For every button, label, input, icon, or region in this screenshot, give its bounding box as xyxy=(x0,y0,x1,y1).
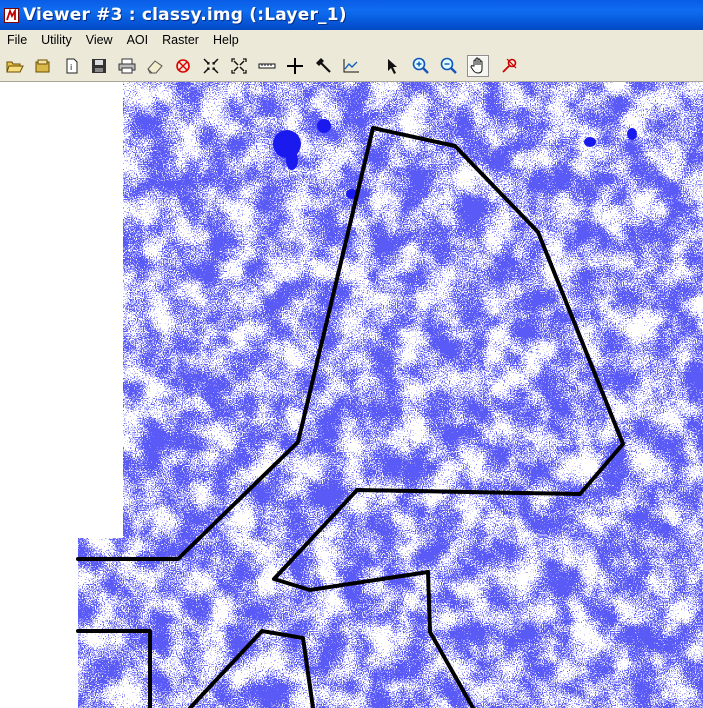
crosshair-plus-icon[interactable] xyxy=(284,55,306,77)
open-layer-icon[interactable] xyxy=(32,55,54,77)
select-arrow-icon[interactable] xyxy=(382,55,404,77)
menu-view[interactable]: View xyxy=(79,30,120,50)
red-cross-circle-icon[interactable] xyxy=(172,55,194,77)
measure-ruler-icon[interactable] xyxy=(256,55,278,77)
hand-pan-icon[interactable] xyxy=(467,55,489,77)
zoom-out-arrows-icon[interactable] xyxy=(228,55,250,77)
viewer-app-icon[interactable] xyxy=(4,7,19,23)
info-page-icon[interactable]: i xyxy=(61,55,83,77)
hammer-tools-icon[interactable] xyxy=(312,55,334,77)
profile-chart-icon[interactable] xyxy=(340,55,362,77)
menu-help[interactable]: Help xyxy=(206,30,246,50)
open-folder-icon[interactable] xyxy=(4,55,26,77)
menu-aoi[interactable]: AOI xyxy=(120,30,156,50)
menu-utility[interactable]: Utility xyxy=(34,30,79,50)
zoom-in-magnifier-icon[interactable] xyxy=(410,55,432,77)
red-pin-icon[interactable] xyxy=(498,55,520,77)
svg-text:i: i xyxy=(70,63,72,72)
window-title: Viewer #3 : classy.img (:Layer_1) xyxy=(23,5,347,25)
viewer-toolbar: i xyxy=(0,50,703,82)
title-bar: Viewer #3 : classy.img (:Layer_1) xyxy=(0,0,703,30)
menu-raster[interactable]: Raster xyxy=(155,30,206,50)
raster-viewport[interactable] xyxy=(0,82,703,708)
zoom-in-arrows-icon[interactable] xyxy=(200,55,222,77)
save-disk-icon[interactable] xyxy=(88,55,110,77)
menu-bar: File Utility View AOI Raster Help xyxy=(0,30,703,50)
zoom-out-magnifier-icon[interactable] xyxy=(438,55,460,77)
eraser-icon[interactable] xyxy=(144,55,166,77)
menu-file[interactable]: File xyxy=(0,30,34,50)
classified-raster-image[interactable] xyxy=(0,82,703,708)
printer-icon[interactable] xyxy=(116,55,138,77)
